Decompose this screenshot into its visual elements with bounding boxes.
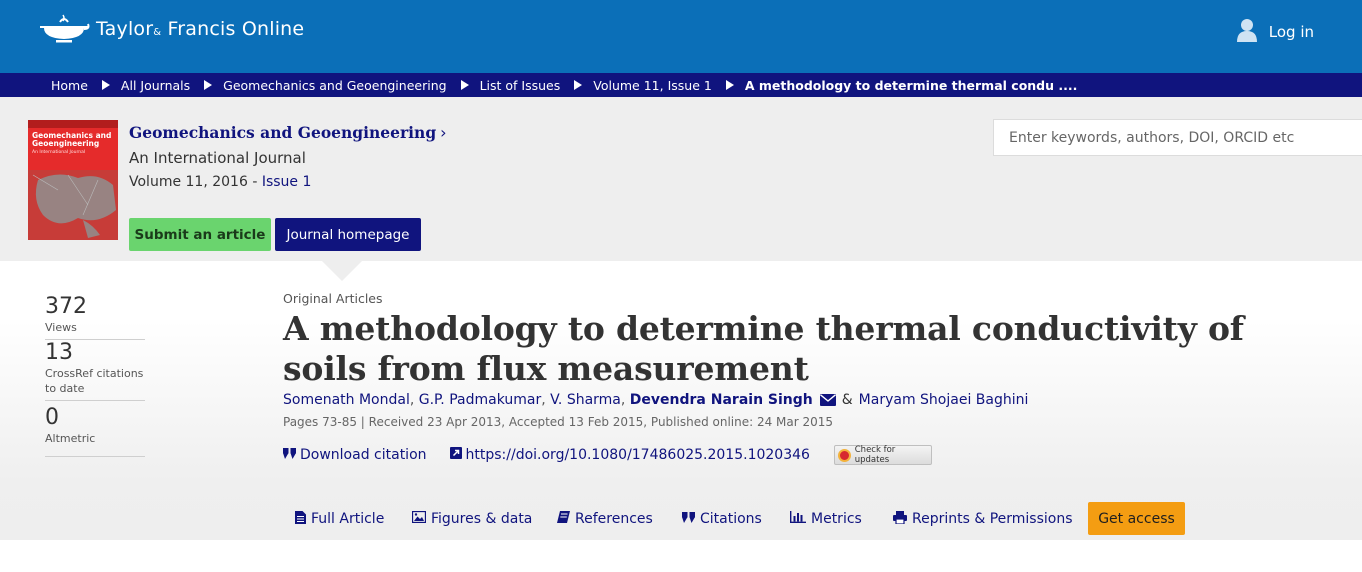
check-for-updates-button[interactable]: Check for updates [833, 445, 932, 465]
tab-label: Full Article [311, 511, 385, 527]
book-icon [557, 511, 575, 527]
author-link-corresponding[interactable]: Devendra Narain Singh [630, 392, 813, 408]
tab-label: References [575, 511, 653, 527]
breadcrumb-journal[interactable]: Geomechanics and Geoengineering [223, 78, 446, 93]
tab-label: Figures & data [431, 511, 533, 527]
tab-reprints-permissions[interactable]: Reprints & Permissions [893, 502, 1073, 536]
login-label: Log in [1268, 23, 1314, 41]
breadcrumb-all-journals[interactable]: All Journals [121, 78, 190, 93]
crossmark-icon [837, 448, 851, 462]
article-title: A methodology to determine thermal condu… [283, 309, 1244, 388]
quote-icon [283, 447, 300, 463]
metric-altmetric[interactable]: 0 Altmetric [45, 405, 145, 457]
breadcrumb-home[interactable]: Home [51, 78, 88, 93]
download-citation-label: Download citation [300, 447, 427, 463]
breadcrumb-bar: Home All Journals Geomechanics and Geoen… [0, 73, 1362, 97]
breadcrumb-arrow-icon [460, 80, 469, 90]
external-link-icon [449, 447, 466, 463]
doi-label: https://doi.org/10.1080/17486025.2015.10… [465, 447, 810, 463]
breadcrumb-issue[interactable]: Volume 11, Issue 1 [593, 78, 712, 93]
metric-crossref: 13 CrossRef citations to date [45, 340, 145, 401]
image-icon [411, 510, 431, 527]
download-citation-link[interactable]: Download citation [283, 447, 427, 463]
journal-header: Geomechanics and Geoengineering An Intern… [0, 97, 1362, 261]
cover-subtitle: An International Journal [32, 150, 86, 155]
metric-value: 372 [45, 294, 87, 319]
user-icon [1236, 18, 1269, 46]
submit-article-button[interactable]: Submit an article [129, 218, 271, 251]
breadcrumb-arrow-icon [725, 80, 734, 90]
breadcrumb: Home All Journals Geomechanics and Geoen… [51, 73, 1077, 97]
author-link[interactable]: Somenath Mondal [283, 392, 410, 408]
journal-subtitle: An International Journal [129, 149, 306, 167]
breadcrumb-arrow-icon [101, 80, 110, 90]
cover-title: Geomechanics and Geoengineering [32, 131, 112, 148]
author-link[interactable]: Maryam Shojaei Baghini [859, 392, 1029, 408]
breadcrumb-arrow-icon [204, 80, 213, 90]
author-link[interactable]: V. Sharma [550, 392, 621, 408]
article-tabs: Full Article Figures & data References C… [0, 502, 1362, 538]
cover-map-image [28, 170, 118, 240]
search-input[interactable] [993, 119, 1362, 156]
quote-icon [682, 511, 700, 527]
tab-label: Reprints & Permissions [912, 511, 1073, 527]
journal-title: Geomechanics and Geoengineering [129, 123, 437, 142]
tab-label: Citations [700, 511, 762, 527]
get-access-button[interactable]: Get access [1088, 502, 1185, 535]
breadcrumb-arrow-icon [574, 80, 583, 90]
metric-label: Views [45, 321, 77, 334]
metric-value: 0 [45, 405, 59, 430]
author-link[interactable]: G.P. Padmakumar [419, 392, 541, 408]
login-button[interactable]: Log in [1236, 18, 1314, 46]
site-header: Taylor& Francis Online Log in [0, 0, 1362, 73]
cover-top-strip [28, 120, 118, 128]
doi-link[interactable]: https://doi.org/10.1080/17486025.2015.10… [449, 447, 810, 463]
author-list: Somenath Mondal, G.P. Padmakumar, V. Sha… [283, 392, 1029, 408]
article-metrics: 372 Views 13 CrossRef citations to date … [45, 292, 145, 457]
journal-title-link[interactable]: Geomechanics and Geoengineering › [129, 123, 447, 142]
tab-label: Metrics [811, 511, 862, 527]
journal-homepage-button[interactable]: Journal homepage [275, 218, 421, 251]
teapot-lamp-logo-icon [38, 14, 90, 44]
tab-full-article[interactable]: Full Article [295, 502, 384, 536]
check-updates-label: Check for updates [854, 445, 896, 465]
tab-citations[interactable]: Citations [682, 502, 762, 536]
breadcrumb-current: A methodology to determine thermal condu… [744, 77, 1078, 93]
brand-name: Taylor& Francis Online [96, 18, 305, 40]
breadcrumb-list-of-issues[interactable]: List of Issues [480, 78, 561, 93]
journal-cover[interactable]: Geomechanics and Geoengineering An Intern… [28, 120, 118, 240]
envelope-icon[interactable] [819, 394, 836, 406]
header-pointer-notch [322, 261, 362, 281]
tab-figures-data[interactable]: Figures & data [411, 502, 533, 536]
metric-label: Altmetric [45, 432, 96, 445]
metric-value: 13 [45, 340, 73, 365]
metric-label: CrossRef citations to date [45, 367, 144, 395]
article-links: Download citation https://doi.org/10.108… [283, 445, 932, 465]
journal-volume: Volume 11, 2016 - Issue 1 [129, 174, 311, 190]
site-logo[interactable]: Taylor& Francis Online [38, 14, 304, 44]
chevron-right-icon: › [440, 123, 447, 142]
printer-icon [893, 510, 912, 528]
article-area: 372 Views 13 CrossRef citations to date … [0, 261, 1362, 540]
tab-metrics[interactable]: Metrics [790, 502, 862, 536]
issue-link[interactable]: Issue 1 [262, 174, 312, 190]
metric-views: 372 Views [45, 294, 145, 340]
tab-references[interactable]: References [557, 502, 653, 536]
document-icon [295, 510, 311, 528]
publication-history: Pages 73-85 | Received 23 Apr 2013, Acce… [283, 415, 834, 429]
bar-chart-icon [790, 511, 811, 527]
volume-text: Volume 11, 2016 - [129, 174, 262, 190]
author-ampersand: & [841, 392, 853, 408]
article-section: Original Articles [283, 291, 383, 306]
